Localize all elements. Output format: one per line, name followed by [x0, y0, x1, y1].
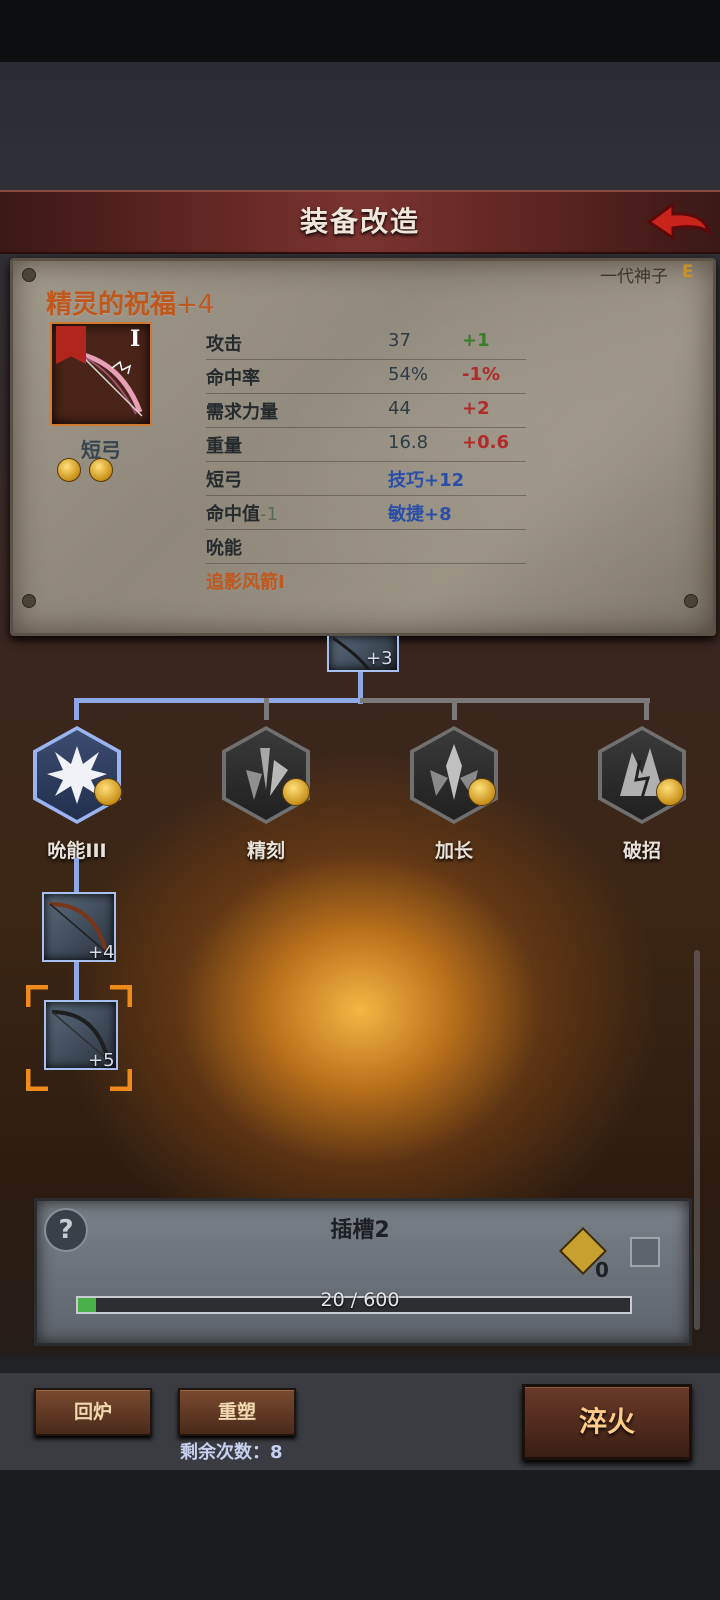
- stat-label-accuracy: 命中率: [206, 368, 260, 389]
- stat-label-weight: 重量: [206, 436, 242, 457]
- slot-title: 插槽2: [330, 1218, 390, 1243]
- gem-slot-icon: [57, 458, 81, 482]
- stat-delta-weight: +0.6: [462, 432, 509, 453]
- burst-icon: [47, 746, 107, 804]
- status-bar: [0, 0, 720, 62]
- item-tier: I: [130, 326, 141, 352]
- stat-delta-strength-req: +2: [462, 398, 490, 419]
- scrollbar[interactable]: [694, 950, 700, 1330]
- quench-button[interactable]: 淬火: [522, 1384, 692, 1460]
- navigation-bar: [0, 1470, 720, 1600]
- divider: [206, 359, 526, 360]
- divider: [206, 529, 526, 530]
- stat-label-attack: 攻击: [206, 334, 242, 355]
- progress-text: 20 / 600: [320, 1289, 400, 1311]
- back-arrow-icon: [646, 201, 712, 241]
- stat-label-strength-req: 需求力量: [206, 402, 278, 423]
- nail-icon: [22, 594, 36, 608]
- trait-bonus-skill: 技巧+12: [388, 470, 465, 491]
- divider: [206, 495, 526, 496]
- node-label: 精刻: [246, 840, 285, 862]
- item-name: 精灵的祝福+4: [46, 284, 214, 321]
- slot-level-label: +5: [88, 1050, 115, 1071]
- divider: [206, 563, 526, 564]
- reshape-button[interactable]: 重塑: [178, 1388, 296, 1436]
- trait-hit-value-label: 命中值: [206, 504, 260, 525]
- tree-connector: [360, 698, 650, 703]
- slot-level-label: +4: [88, 942, 115, 963]
- divider: [206, 427, 526, 428]
- node-face: [414, 730, 494, 820]
- nail-icon: [22, 268, 36, 282]
- trait-hit-value: 命中值-1: [206, 500, 278, 526]
- stat-value-accuracy: 54%: [388, 364, 429, 385]
- slot-level-label: +3: [366, 648, 393, 669]
- nail-icon: [684, 594, 698, 608]
- smelt-button[interactable]: 回炉: [34, 1388, 152, 1436]
- generation-grade: E: [682, 262, 694, 282]
- divider: [206, 393, 526, 394]
- trait-weapon-type: 短弓: [206, 470, 242, 491]
- stat-delta-accuracy: -1%: [462, 364, 501, 385]
- spike-icon: [430, 744, 478, 800]
- gem-slot-icon: [94, 778, 122, 806]
- back-button[interactable]: [645, 198, 715, 244]
- node-face: [602, 730, 682, 820]
- confirm-checkbox[interactable]: [630, 1237, 660, 1267]
- gem-slot-icon: [282, 778, 310, 806]
- stat-value-weight: 16.8: [388, 432, 429, 453]
- trait-absorb: 吮能: [206, 538, 242, 559]
- shard-icon: [246, 748, 288, 800]
- remaining-count: 剩余次数：8: [180, 1442, 283, 1463]
- stat-value-attack: 37: [388, 330, 411, 351]
- item-enhance-level: +4: [176, 290, 215, 320]
- gem-slot-icon: [468, 778, 496, 806]
- node-label: 破招: [622, 840, 661, 862]
- node-face: [37, 730, 117, 820]
- gem-slot-icon: [89, 458, 113, 482]
- stat-delta-attack: +1: [462, 330, 490, 351]
- tree-connector: [644, 698, 649, 720]
- token-count: 0: [595, 1258, 609, 1282]
- gem-slot-icon: [656, 778, 684, 806]
- trait-hit-value-modifier: -1: [260, 504, 278, 525]
- tree-connector: [74, 858, 79, 892]
- break-icon: [620, 748, 664, 799]
- tree-connector: [74, 698, 79, 720]
- node-label: 加长: [434, 840, 473, 862]
- divider: [206, 461, 526, 462]
- trait-bonus-agility: 敏捷+8: [388, 504, 452, 525]
- item-name-text: 精灵的祝福: [46, 290, 177, 320]
- tree-connector: [452, 698, 457, 720]
- stat-value-strength-req: 44: [388, 398, 411, 419]
- tree-connector: [264, 698, 269, 720]
- node-face: [226, 730, 306, 820]
- tree-connector: [74, 698, 360, 703]
- generation-label: 一代神子: [600, 267, 668, 287]
- trait-special-skill: 追影风箭I: [206, 572, 285, 593]
- page-title: 装备改造: [299, 205, 420, 238]
